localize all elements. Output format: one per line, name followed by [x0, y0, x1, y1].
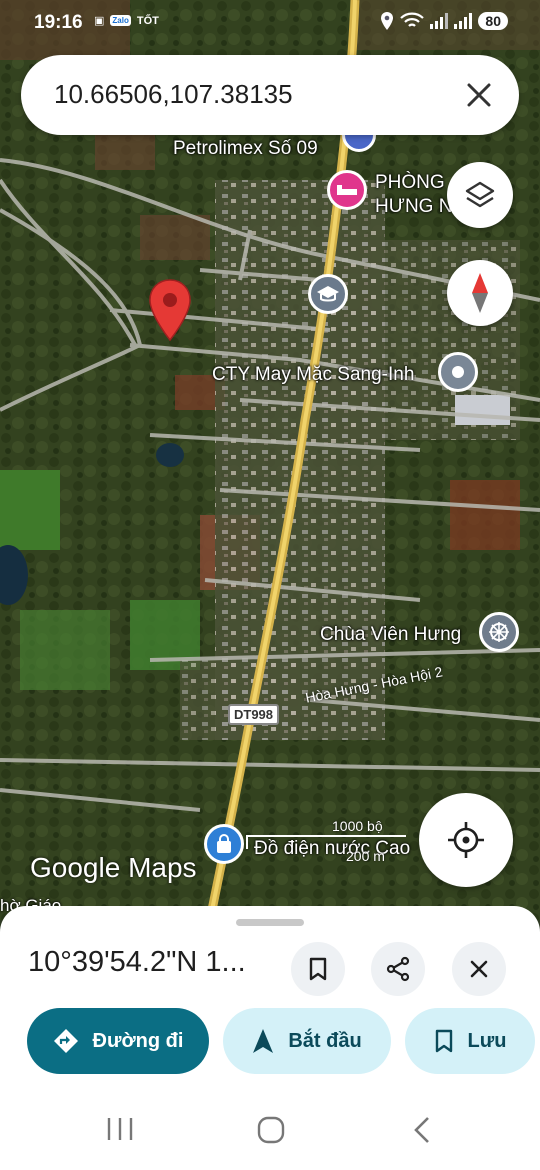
close-sheet-button[interactable]: [452, 942, 506, 996]
screenshot-icon: ▣: [94, 15, 105, 27]
share-icon: [386, 956, 410, 982]
my-location-button[interactable]: [419, 793, 513, 887]
signal-icon-2: [454, 13, 473, 29]
close-icon[interactable]: [461, 77, 497, 113]
zalo-icon: Zalo: [110, 15, 131, 26]
search-query[interactable]: 10.66506,107.38135: [54, 79, 293, 110]
hotel-poi-icon[interactable]: [327, 170, 367, 210]
compass-icon: [472, 273, 488, 313]
bookmark-icon: [309, 957, 327, 981]
map-label-phong[interactable]: PHÒNG: [375, 172, 445, 194]
status-time: 19:16: [34, 12, 83, 33]
start-label: Bắt đầu: [288, 1029, 362, 1052]
close-icon: [470, 960, 488, 978]
recent-apps-button[interactable]: [106, 1116, 134, 1147]
battery-level: 80: [478, 12, 508, 30]
bookmark-button[interactable]: [291, 942, 345, 996]
scale-metric: 200 m: [346, 848, 385, 864]
map-label-phong-text: PHÒNG: [375, 172, 445, 193]
map-label-hung-text: HƯNG N: [375, 196, 453, 217]
navigation-arrow-icon: [253, 1029, 274, 1053]
recent-apps-icon: [107, 1118, 133, 1140]
home-icon: [257, 1116, 285, 1144]
location-icon: [381, 12, 394, 30]
tot-icon: TỐT: [136, 14, 159, 27]
share-button[interactable]: [371, 942, 425, 996]
map-label-petrolimex[interactable]: Petrolimex Số 09: [173, 138, 318, 160]
map-label-chua[interactable]: Chùa Viên Hưng: [320, 624, 461, 646]
status-bar: 19:16 ▣ Zalo TỐT 80: [0, 0, 540, 46]
scale-imperial: 1000 bộ: [332, 818, 383, 834]
place-coordinates: 10°39'54.2"N 1...: [28, 946, 246, 978]
scale-tick: [246, 835, 248, 849]
back-button[interactable]: [412, 1116, 432, 1149]
directions-button[interactable]: Đường đi: [27, 1008, 209, 1074]
road-shield: DT998: [228, 704, 280, 725]
signal-icon-1: [430, 13, 449, 29]
scale-bar: [246, 835, 406, 837]
search-bar[interactable]: 10.66506,107.38135: [21, 55, 519, 135]
temple-poi-icon[interactable]: [479, 612, 519, 652]
compass-button[interactable]: [447, 260, 513, 326]
dropped-pin-icon[interactable]: [147, 278, 193, 342]
directions-label: Đường đi: [92, 1029, 184, 1052]
directions-icon: [53, 1029, 78, 1053]
school-poi-icon[interactable]: [308, 274, 348, 314]
home-button[interactable]: [256, 1116, 286, 1149]
back-icon: [414, 1117, 429, 1143]
sheet-drag-handle[interactable]: [236, 919, 304, 926]
my-location-icon: [448, 822, 484, 858]
layers-button[interactable]: [447, 162, 513, 228]
map-label-hung[interactable]: HƯNG N: [375, 196, 452, 218]
place-poi-icon[interactable]: [438, 352, 478, 392]
save-label: Lưu: [467, 1029, 507, 1052]
start-button[interactable]: Bắt đầu: [223, 1008, 391, 1074]
map-label-do[interactable]: Đồ điện nước Cao: [254, 838, 410, 860]
google-maps-logo: Google Maps: [30, 852, 197, 883]
save-button[interactable]: Lưu: [405, 1008, 535, 1074]
layers-icon: [465, 181, 495, 208]
wifi-icon: [400, 12, 425, 27]
status-right-icons: 80: [380, 12, 508, 30]
system-nav-bar: [0, 1090, 540, 1170]
shop-poi-icon[interactable]: [204, 824, 244, 864]
bookmark-icon: [435, 1029, 452, 1053]
map-label-cty[interactable]: CTY May Mặc Sang-Inh: [212, 364, 414, 386]
status-notification-icons: ▣ Zalo TỐT: [94, 14, 159, 28]
